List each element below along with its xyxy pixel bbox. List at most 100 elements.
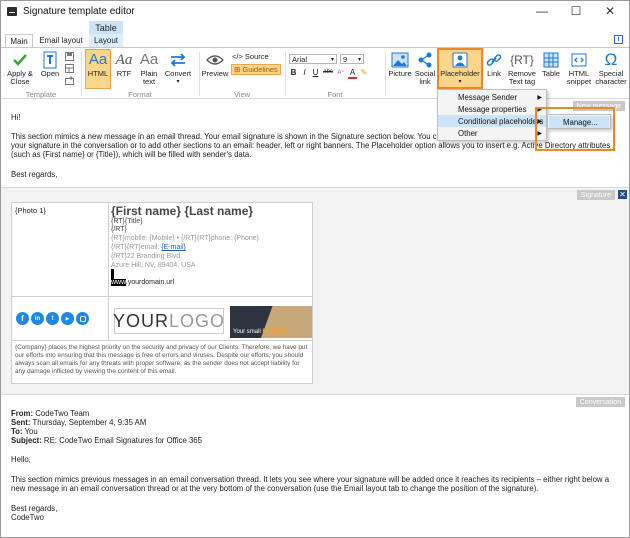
- logo-your: YOUR: [112, 310, 169, 331]
- guidelines-button[interactable]: ⊞ Guidelines: [231, 64, 281, 75]
- omega-icon: Ω: [604, 50, 618, 69]
- table-button[interactable]: Table: [540, 50, 562, 78]
- ribbon-tabs: Main Email layout Layout: [1, 34, 629, 48]
- placeholder-highlight-box: [437, 48, 483, 89]
- text-size-button[interactable]: A⁺: [336, 69, 346, 79]
- small-banner[interactable]: Your small BANNER: [230, 306, 312, 338]
- hello-text: Hello,: [11, 455, 31, 464]
- table-divider: [108, 296, 109, 340]
- menu-item-message-sender[interactable]: Message Sender ▶: [438, 91, 546, 103]
- to-value: You: [22, 427, 38, 436]
- strikethrough-button[interactable]: abc: [322, 69, 334, 79]
- html-snippet-button[interactable]: HTML snippet: [564, 50, 594, 86]
- layout-template-icon[interactable]: [65, 64, 74, 73]
- picture-label: Picture: [388, 69, 412, 78]
- phone-line[interactable]: {RT}mobile: {Mobile} • {/RT}{RT}phone: {…: [111, 235, 259, 242]
- link-icon: [486, 50, 502, 70]
- photo-placeholder[interactable]: {Photo 1}: [15, 206, 46, 215]
- maximize-button[interactable]: ☐: [559, 1, 593, 21]
- font-size-select[interactable]: 9 ▾: [340, 54, 364, 64]
- html-label: HTML: [87, 69, 109, 78]
- apply-close-button[interactable]: Apply & Close: [5, 50, 35, 86]
- menu-item-other[interactable]: Other ▶: [438, 127, 546, 139]
- signature-table[interactable]: {Photo 1} {First name} {Last name} {RT}{…: [11, 202, 313, 384]
- eye-icon: [206, 50, 224, 70]
- font-group-label: Font: [327, 90, 343, 99]
- html-format-button[interactable]: Aa HTML: [85, 49, 111, 89]
- font-color-button[interactable]: A: [348, 68, 357, 79]
- open-label: Open: [40, 69, 60, 78]
- bold-button[interactable]: B: [289, 68, 298, 79]
- insert-template-icon[interactable]: [65, 76, 74, 85]
- conversation-section[interactable]: Conversation From: CodeTwo Team Sent: Th…: [1, 395, 629, 537]
- info-icon[interactable]: i: [614, 35, 623, 44]
- italic-button[interactable]: I: [300, 68, 309, 79]
- remove-text-tag-label: Remove Text tag: [508, 69, 536, 86]
- manage-highlight-box: [535, 107, 615, 151]
- open-button[interactable]: Open: [37, 50, 63, 78]
- menu-item-message-properties[interactable]: Message properties ▶: [438, 103, 546, 115]
- rtf-format-button[interactable]: Aa RTF: [113, 50, 135, 78]
- closing-text: Best regards,: [11, 170, 58, 179]
- picture-icon: [391, 50, 409, 70]
- underline-button[interactable]: U: [311, 68, 320, 79]
- banner-text: Your small BANNER: [233, 329, 288, 335]
- plain-text-button[interactable]: Aa Plain text: [137, 50, 161, 86]
- rtf-aa-icon: Aa: [115, 52, 133, 68]
- facebook-icon[interactable]: f: [16, 312, 29, 325]
- email-prefix: {/RT}{RT}email:: [111, 244, 162, 251]
- to-label: To:: [11, 427, 23, 436]
- separator: [199, 52, 200, 96]
- sent-label: Sent:: [11, 418, 31, 427]
- email-line[interactable]: {/RT}{RT}email: {E-mail}: [111, 244, 186, 251]
- greeting-text: Hi!: [11, 113, 21, 122]
- preview-button[interactable]: Preview: [201, 50, 229, 78]
- name-placeholder[interactable]: {First name} {Last name}: [111, 204, 253, 218]
- signature-section[interactable]: Signature ✕ {Photo 1} {First name} {Last…: [1, 187, 629, 395]
- table-divider: [12, 296, 312, 297]
- font-name-select[interactable]: Arial ▾: [289, 54, 337, 64]
- source-button[interactable]: </> Source: [232, 52, 269, 61]
- code-snippet-icon: [571, 50, 587, 70]
- remove-text-tag-button[interactable]: {RT} Remove Text tag: [506, 50, 538, 86]
- address-line-2[interactable]: Azure Hill, NV, 89404, USA: [111, 262, 196, 269]
- title-bar: Signature template editor — ☐ ✕: [1, 1, 629, 21]
- rt-end-tag: {/RT}: [111, 226, 127, 233]
- link-button[interactable]: Link: [484, 50, 504, 78]
- banner-word: BANNER: [262, 329, 289, 335]
- save-template-icon[interactable]: [65, 52, 74, 61]
- twitter-icon[interactable]: t: [46, 312, 59, 325]
- html-aa-icon: Aa: [88, 51, 108, 68]
- highlight-color-icon[interactable]: ✎: [359, 68, 369, 79]
- linkedin-icon[interactable]: in: [31, 312, 44, 325]
- window-title: Signature template editor: [23, 5, 135, 17]
- website-line[interactable]: www.yourdomain.url: [111, 279, 174, 286]
- disclaimer[interactable]: {Company} places the highest priority on…: [15, 344, 311, 376]
- separator: [385, 52, 386, 96]
- sent-value: Thursday, September 4, 9:35 AM: [30, 418, 147, 427]
- convert-button[interactable]: Convert ▾: [163, 50, 193, 86]
- close-button[interactable]: ✕: [593, 1, 627, 21]
- tab-layout[interactable]: Layout: [89, 34, 123, 47]
- separator: [285, 52, 286, 96]
- rt-tag-icon: {RT}: [510, 53, 534, 67]
- close-signature-icon[interactable]: ✕: [618, 190, 627, 199]
- email-link[interactable]: {E-mail}: [161, 244, 186, 251]
- minimize-button[interactable]: —: [525, 1, 559, 21]
- special-character-button[interactable]: Ω Special character: [595, 50, 627, 86]
- social-link-button[interactable]: Social link: [414, 50, 436, 86]
- instagram-icon[interactable]: [76, 312, 89, 325]
- social-icons: f in t ▶: [16, 312, 89, 325]
- font-size-value: 9: [343, 54, 348, 64]
- picture-button[interactable]: Picture: [387, 50, 413, 78]
- table-divider: [108, 203, 109, 296]
- tab-email-layout[interactable]: Email layout: [37, 34, 85, 47]
- company-logo[interactable]: YOUR LOGO: [112, 308, 224, 334]
- table-label: Table: [542, 69, 560, 78]
- address-line-1[interactable]: {/RT}22 Branding Blvd.: [111, 253, 182, 260]
- check-icon: [12, 50, 28, 70]
- menu-item-conditional-placeholders[interactable]: Conditional placeholders ▶: [438, 115, 546, 127]
- tab-main[interactable]: Main: [5, 34, 33, 48]
- youtube-icon[interactable]: ▶: [61, 312, 74, 325]
- title-placeholder[interactable]: {RT}{Title}: [111, 218, 143, 225]
